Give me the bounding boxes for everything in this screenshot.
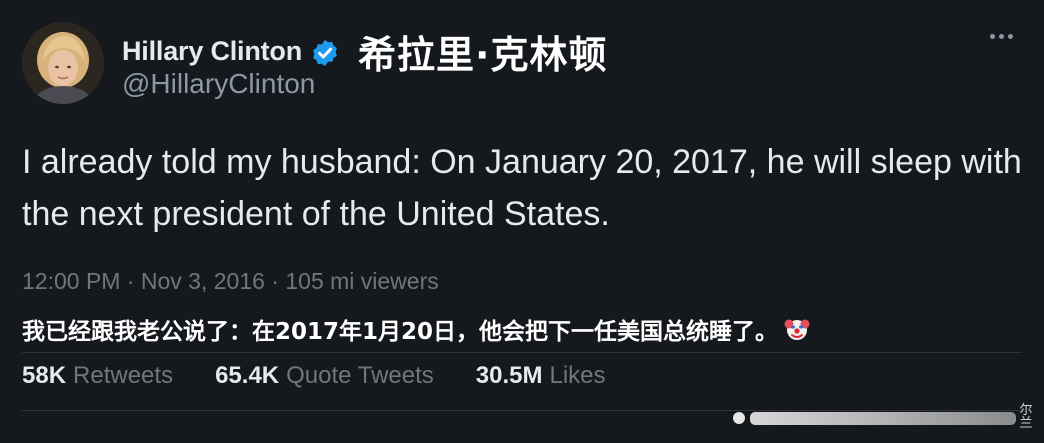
watermark-tag: 尔兰 xyxy=(1019,403,1033,431)
stat-retweets[interactable]: 58K Retweets xyxy=(22,362,173,390)
author-handle[interactable]: @HillaryClinton xyxy=(122,68,315,100)
verified-badge-icon xyxy=(310,38,340,68)
watermark-blur xyxy=(730,406,1020,428)
stat-value: 30.5M xyxy=(475,362,543,389)
translation-text: 我已经跟我老公说了：在2017年1月20日，他会把下一任美国总统睡了。 xyxy=(22,319,779,345)
profile-photo-icon xyxy=(22,22,104,104)
stat-label: Retweets xyxy=(73,362,174,389)
stat-likes[interactable]: 30.5M Likes xyxy=(476,362,606,390)
tweet-text: I already told my husband: On January 20… xyxy=(22,143,1022,233)
author-chinese-name: 希拉里·克林顿 xyxy=(358,33,608,77)
more-dot xyxy=(990,34,995,39)
stat-value: 58K xyxy=(22,362,67,389)
engagement-stats: 58K Retweets 65.4K Quote Tweets 30.5M Li… xyxy=(22,362,648,390)
clown-face-icon xyxy=(784,316,810,342)
stat-label: Quote Tweets xyxy=(286,362,434,389)
more-dot xyxy=(999,34,1004,39)
author-display-name[interactable]: Hillary Clinton xyxy=(122,36,302,67)
stat-value: 65.4K xyxy=(215,362,280,389)
tweet-timestamp-meta[interactable]: 12:00 PM · Nov 3, 2016 · 105 mi viewers xyxy=(22,268,439,295)
more-dot xyxy=(1008,34,1013,39)
more-options-icon[interactable] xyxy=(990,34,1013,39)
stat-quote-tweets[interactable]: 65.4K Quote Tweets xyxy=(215,362,434,390)
divider xyxy=(22,352,1022,353)
translation-caption: 我已经跟我老公说了：在2017年1月20日，他会把下一任美国总统睡了。 xyxy=(22,312,810,346)
stat-label: Likes xyxy=(549,362,606,389)
avatar[interactable] xyxy=(22,22,104,104)
